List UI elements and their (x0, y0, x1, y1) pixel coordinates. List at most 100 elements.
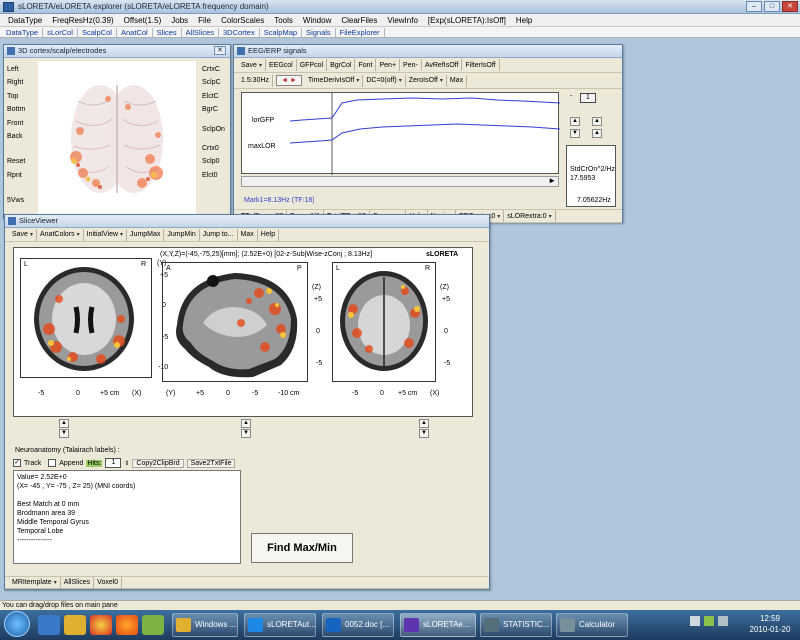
slice-save[interactable]: Save (9, 228, 37, 241)
neuro-textarea[interactable]: Value= 2.52E+0 (X= -45 , Y= -75 , Z= 25)… (13, 470, 241, 564)
slice-jumpmax[interactable]: JumpMax (127, 228, 165, 241)
sagittal-up-arrow[interactable]: ▲ (241, 419, 251, 428)
clock[interactable]: 12:59 2010-01-20 (744, 613, 796, 635)
cortex-view[interactable] (38, 61, 196, 217)
hits-spinner-icon[interactable]: ⇕ (124, 460, 129, 467)
menu-help[interactable]: Help (511, 16, 537, 25)
eeg-timederiv[interactable]: TimeDerivIsOff (305, 74, 364, 87)
scale-up-arrow-2[interactable]: ▲ (592, 129, 602, 138)
mritemplate-button[interactable]: MRItemplate (9, 576, 61, 589)
task-windows[interactable]: Windows ... (172, 613, 238, 637)
coronal-slice[interactable]: L R (332, 262, 436, 382)
copy2clipbrd-button[interactable]: Copy2ClipBrd (132, 458, 184, 468)
task-statistic[interactable]: STATISTIC... (480, 613, 552, 637)
slice-initialview[interactable]: InitialView (84, 228, 128, 241)
menu-exp[interactable]: [Exp(sLORETA):IsOff] (423, 16, 511, 25)
view-top-button[interactable]: Top (7, 90, 37, 103)
tray-arrow-icon[interactable] (690, 616, 700, 626)
sclpon-button[interactable]: SclpOn (202, 123, 230, 136)
eeg-pen-minus[interactable]: Pen- (400, 59, 422, 71)
save2txtfile-button[interactable]: Save2TxtFile (186, 458, 236, 468)
view-left-button[interactable]: Left (7, 63, 37, 76)
eeg-signal-plot[interactable]: lorGFP maxLOR (241, 92, 560, 175)
hits-input[interactable]: 1 (105, 458, 122, 468)
menu-datatype[interactable]: DataType (3, 16, 47, 25)
allslices-button[interactable]: AllSlices (61, 576, 95, 589)
close-button[interactable]: ✕ (782, 1, 798, 12)
menu-tools[interactable]: Tools (269, 16, 298, 25)
cortex-close-button[interactable]: ✕ (214, 46, 226, 55)
track-checkbox[interactable]: ✓ (13, 459, 21, 467)
tool-scalpcol[interactable]: ScalpCol (78, 27, 117, 37)
menu-file[interactable]: File (193, 16, 216, 25)
view-right-button[interactable]: Right (7, 76, 37, 89)
eeg-save-menu[interactable]: Save (238, 59, 266, 71)
sclp0-button[interactable]: Sclp0 (202, 155, 230, 168)
5vws-button[interactable]: 5Vws (7, 194, 37, 207)
tool-slices[interactable]: Slices (153, 27, 182, 37)
coronal-up-arrow[interactable]: ▲ (419, 419, 429, 428)
bgrc-button[interactable]: BgrC (202, 103, 230, 116)
eeg-eegcol[interactable]: EEGcol (266, 59, 297, 71)
tool-scalpmap[interactable]: ScalpMap (260, 27, 303, 37)
eeg-gfpcol[interactable]: GFPcol (297, 59, 328, 71)
chrome-icon[interactable] (90, 615, 112, 635)
page-box[interactable]: 1 (580, 93, 596, 103)
start-button[interactable] (4, 611, 30, 637)
ie-icon[interactable] (38, 615, 60, 635)
eeg-font[interactable]: Font (355, 59, 377, 71)
tool-fileexplorer[interactable]: FileExplorer (336, 27, 385, 37)
find-maxmin-button[interactable]: Find Max/Min (251, 533, 353, 563)
eeg-avref[interactable]: AvRefIsOff (422, 59, 463, 71)
slice-anatcolors[interactable]: AnatColors (37, 228, 84, 241)
scale-up-arrow-3[interactable]: ▲ (592, 117, 602, 126)
voxel0-button[interactable]: Voxel0 (94, 576, 123, 589)
slorextra-button[interactable]: sLORextra:0 (504, 210, 556, 222)
axial-down-arrow[interactable]: ▼ (59, 429, 69, 438)
scale-down-arrow[interactable]: ▼ (570, 129, 580, 138)
scale-up-arrow[interactable]: ▲ (570, 117, 580, 126)
coronal-down-arrow[interactable]: ▼ (419, 429, 429, 438)
crtx0-button[interactable]: Crtx0 (202, 142, 230, 155)
slice-max[interactable]: Max (238, 228, 258, 241)
rpnt-button[interactable]: Rpnt (7, 169, 37, 182)
menu-freqres[interactable]: FreqResHz(0.39) (47, 16, 118, 25)
eeg-zero[interactable]: ZeroIsOff (406, 74, 447, 87)
eeg-pen-plus[interactable]: Pen+ (376, 59, 401, 71)
menu-colorscales[interactable]: ColorScales (216, 16, 269, 25)
sclpc-button[interactable]: SclpC (202, 76, 230, 89)
firefox-icon[interactable] (116, 615, 138, 635)
slice-jumpto[interactable]: Jump to... (200, 228, 238, 241)
explorer-icon[interactable] (64, 615, 86, 635)
tool-allslices[interactable]: AllSlices (182, 27, 220, 37)
tool-3dcortex[interactable]: 3DCortex (219, 27, 260, 37)
view-bottom-button[interactable]: Bottm (7, 103, 37, 116)
view-back-button[interactable]: Back (7, 130, 37, 143)
sagittal-slice[interactable]: A P (162, 262, 308, 382)
task-sloretae[interactable]: sLORETAe... (400, 613, 476, 637)
crtxc-button[interactable]: CrtxC (202, 63, 230, 76)
maximize-button[interactable]: □ (764, 1, 780, 12)
view-front-button[interactable]: Front (7, 117, 37, 130)
slice-display[interactable]: (X,Y,Z)=(-45,-75,25)[mm]; (2.52E+0) [02-… (13, 247, 473, 417)
task-word[interactable]: 0052.doc [... (322, 613, 394, 637)
axial-up-arrow[interactable]: ▲ (59, 419, 69, 428)
tool-datatype[interactable]: DataType (2, 27, 44, 37)
eeg-prev-next-arrows[interactable]: ◄ ► (276, 75, 303, 86)
eeg-scrollbar[interactable]: ► (241, 176, 559, 187)
network-icon[interactable] (704, 616, 714, 626)
axial-slice[interactable]: L R (20, 258, 152, 378)
menu-jobs[interactable]: Jobs (166, 16, 193, 25)
media-icon[interactable] (142, 615, 164, 635)
slice-help[interactable]: Help (258, 228, 280, 241)
tool-anatcol[interactable]: AnatCol (117, 27, 153, 37)
task-calculator[interactable]: Calculator (556, 613, 628, 637)
volume-icon[interactable] (718, 616, 728, 626)
eeg-bgrcol[interactable]: BgrCol (327, 59, 356, 71)
eeg-dc[interactable]: DC=0(off) (363, 74, 406, 87)
slice-jumpmin[interactable]: JumpMin (164, 228, 200, 241)
elctc-button[interactable]: ElctC (202, 90, 230, 103)
tool-slorcol[interactable]: sLorCol (43, 27, 78, 37)
menu-clearfiles[interactable]: ClearFiles (336, 16, 382, 25)
append-checkbox[interactable] (48, 459, 57, 467)
